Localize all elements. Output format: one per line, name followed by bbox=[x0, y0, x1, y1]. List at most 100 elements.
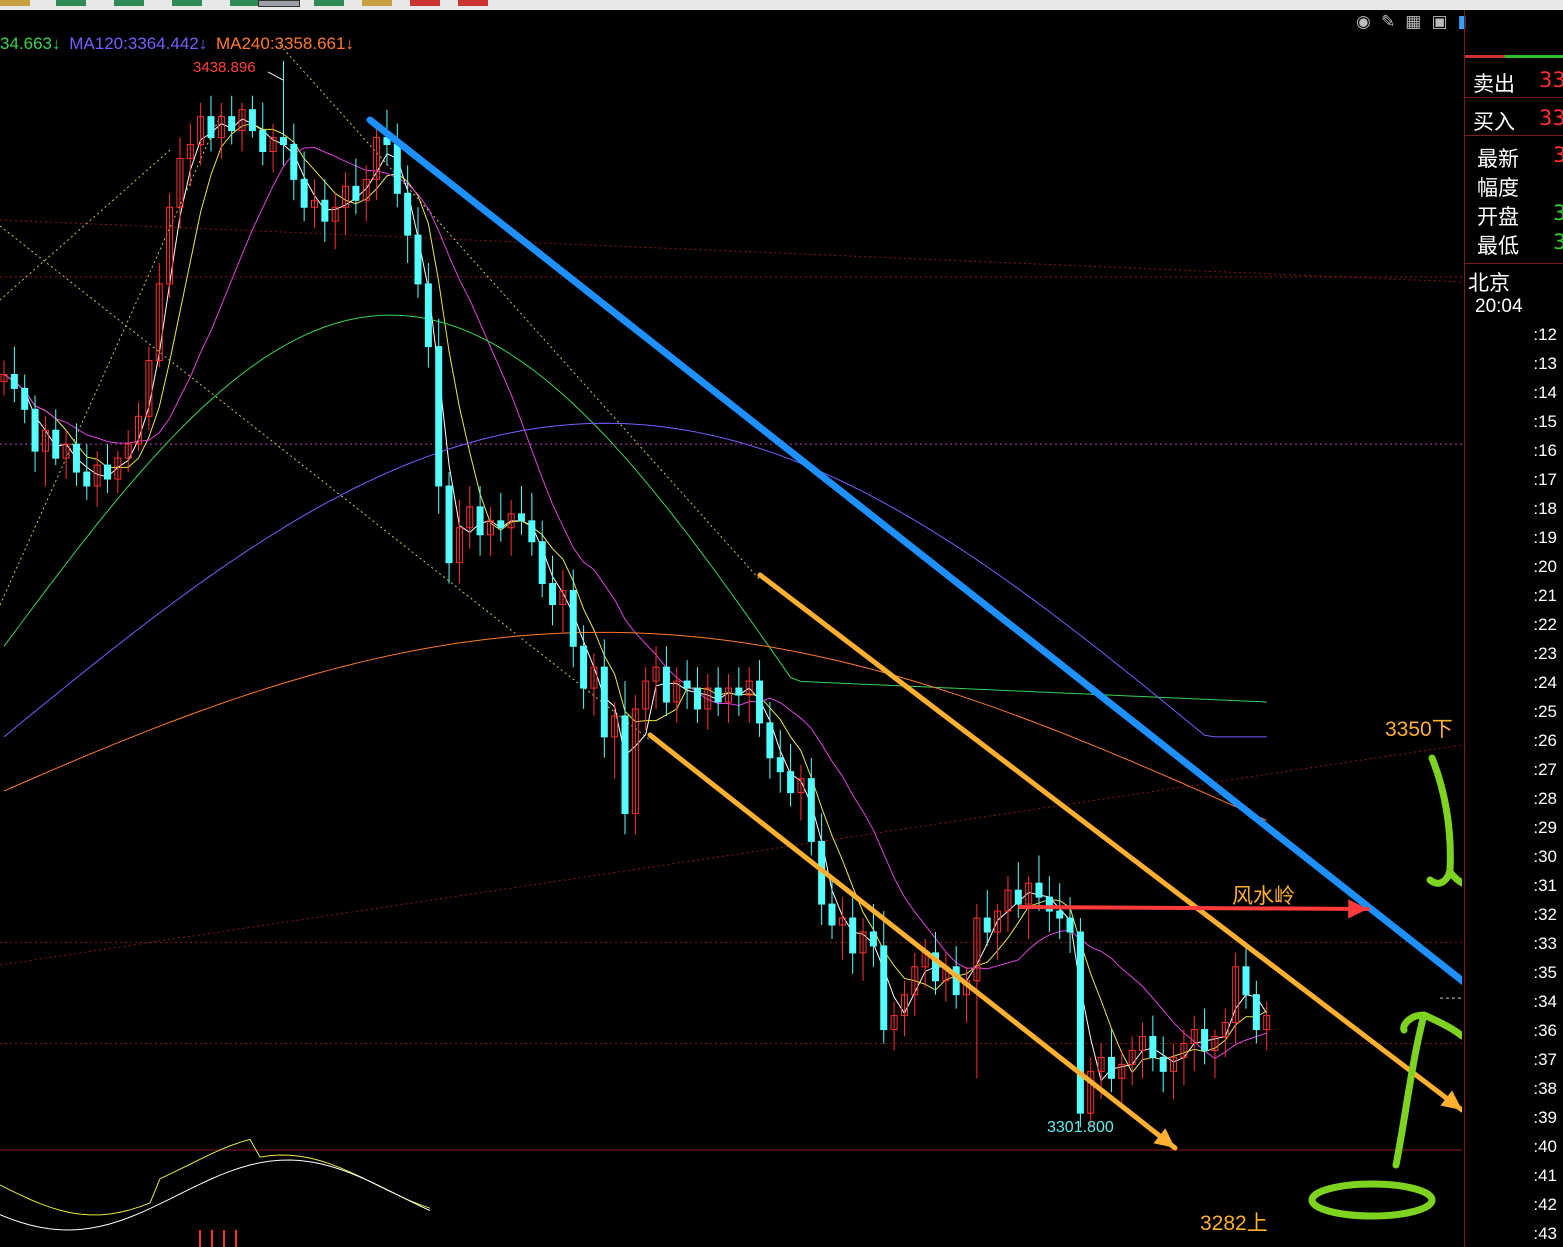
chart-toolbar: ◉ ✎ ▦ ▣ ▮ bbox=[1356, 12, 1472, 36]
candle-body bbox=[1159, 1056, 1167, 1072]
candle-body bbox=[404, 192, 412, 236]
candle-body bbox=[290, 144, 298, 180]
buy-value: 33 bbox=[1539, 106, 1563, 130]
candle-body bbox=[1014, 889, 1022, 905]
candle-body bbox=[1035, 882, 1043, 898]
tick-time-item: :33 bbox=[1533, 934, 1557, 953]
tick-time-item: :24 bbox=[1533, 673, 1557, 692]
candle-body bbox=[1066, 917, 1074, 933]
layout-icon[interactable]: ▣ bbox=[1431, 12, 1447, 32]
support-annotation: 3282上 bbox=[1200, 1212, 1268, 1235]
candle-body bbox=[279, 137, 287, 146]
candle-body bbox=[31, 408, 39, 452]
open-value: 3 bbox=[1553, 201, 1563, 225]
grid-icon[interactable]: ▦ bbox=[1405, 12, 1421, 32]
trend-dotted-line bbox=[0, 219, 1462, 283]
tick-time-item: :42 bbox=[1533, 1195, 1557, 1214]
quote-divider bbox=[1465, 97, 1563, 98]
green-circle-drawing bbox=[1308, 1180, 1436, 1220]
candle-body bbox=[414, 234, 422, 285]
candle-body bbox=[228, 116, 236, 132]
high-price-label: 3438.896 bbox=[193, 59, 256, 76]
tick-time-item: :37 bbox=[1533, 1050, 1557, 1069]
red-watershed-arrow bbox=[1018, 905, 1370, 911]
kline-chart[interactable] bbox=[0, 0, 1462, 1247]
candle-body bbox=[849, 917, 857, 954]
candle-body bbox=[104, 464, 111, 480]
sell-label: 卖出 bbox=[1473, 72, 1515, 96]
candle-body bbox=[497, 520, 505, 529]
candle-body bbox=[621, 715, 629, 815]
tick-time-item: :40 bbox=[1533, 1137, 1557, 1156]
candle-body bbox=[518, 513, 525, 522]
candle-body bbox=[600, 666, 608, 738]
ma120-value: MA120:3364.442↓ bbox=[69, 34, 208, 53]
tick-time-item: :39 bbox=[1533, 1108, 1557, 1127]
low-price-label: 3301.800 bbox=[1047, 1119, 1114, 1136]
tick-time-item: :34 bbox=[1533, 992, 1557, 1011]
tick-time-item: :27 bbox=[1533, 760, 1557, 779]
tick-time-item: :35 bbox=[1533, 963, 1557, 982]
ma-line-yellow bbox=[3, 123, 1267, 1074]
candle-body bbox=[1252, 994, 1260, 1031]
candle-body bbox=[756, 680, 764, 724]
green-down-arrow-drawing bbox=[1426, 754, 1462, 887]
tick-time-item: :30 bbox=[1533, 847, 1557, 866]
sell-row: 卖出 bbox=[1473, 68, 1515, 98]
ma-line-green bbox=[3, 314, 1267, 703]
tick-time-item: :28 bbox=[1533, 789, 1557, 808]
candle-body bbox=[300, 178, 308, 208]
blue-trend-arrow bbox=[366, 116, 1462, 986]
candle-body bbox=[1076, 931, 1084, 1114]
buy-row: 买入 bbox=[1473, 106, 1515, 136]
candle-body bbox=[248, 109, 256, 132]
green-up-arrow-drawing bbox=[1392, 1011, 1462, 1169]
ma-legend: 34.663↓ MA120:3364.442↓ MA240:3358.661↓ bbox=[0, 34, 358, 54]
candle-body bbox=[569, 590, 577, 647]
tick-time-item: :18 bbox=[1533, 499, 1557, 518]
candle-body bbox=[21, 387, 29, 410]
candle-body bbox=[828, 903, 836, 926]
orange-lower-channel-arrow bbox=[647, 732, 1178, 1151]
tick-time-item: :36 bbox=[1533, 1021, 1557, 1040]
candle-body bbox=[1107, 1056, 1115, 1079]
candle-body bbox=[549, 583, 557, 605]
ma240-value: MA240:3358.661↓ bbox=[215, 34, 354, 53]
candle-body bbox=[580, 645, 588, 689]
candle-body bbox=[352, 185, 360, 201]
last-row: 最新 bbox=[1477, 143, 1519, 173]
candle-body bbox=[662, 666, 670, 703]
tick-time-item: :23 bbox=[1533, 644, 1557, 663]
tick-time: 20:04 bbox=[1475, 296, 1523, 317]
ma-line-magenta bbox=[3, 147, 1267, 1060]
pencil-icon[interactable]: ✎ bbox=[1381, 12, 1395, 32]
tick-time-item: :38 bbox=[1533, 1079, 1557, 1098]
candle-body bbox=[476, 506, 484, 536]
fan-dotted-line bbox=[0, 149, 171, 301]
tick-time-item: :26 bbox=[1533, 731, 1557, 750]
candle-body bbox=[735, 687, 743, 696]
open-row: 开盘 bbox=[1477, 201, 1519, 231]
tick-time-item: :15 bbox=[1533, 412, 1557, 431]
candle-body bbox=[207, 116, 215, 139]
buy-label: 买入 bbox=[1473, 110, 1515, 134]
eye-hidden-icon[interactable]: ◉ bbox=[1356, 12, 1371, 32]
fan-dotted-line bbox=[0, 111, 223, 606]
tick-time-item: :31 bbox=[1533, 876, 1557, 895]
candle-body bbox=[880, 945, 888, 1031]
candle-body bbox=[321, 199, 329, 222]
city-label: 北京 bbox=[1468, 271, 1510, 295]
candle-body bbox=[72, 443, 80, 473]
tick-time-item: :14 bbox=[1533, 383, 1557, 402]
tick-time-item: :13 bbox=[1533, 354, 1557, 373]
tick-time-item: :21 bbox=[1533, 586, 1557, 605]
tick-time-item: :25 bbox=[1533, 702, 1557, 721]
open-label: 开盘 bbox=[1477, 205, 1519, 229]
low-label: 最低 bbox=[1477, 234, 1519, 258]
ma-line-blue bbox=[3, 422, 1267, 738]
candle-body bbox=[435, 346, 443, 487]
last-value: 3 bbox=[1553, 143, 1563, 167]
quote-divider bbox=[1465, 263, 1563, 264]
candle-body bbox=[683, 680, 691, 689]
candle-body bbox=[869, 931, 877, 947]
